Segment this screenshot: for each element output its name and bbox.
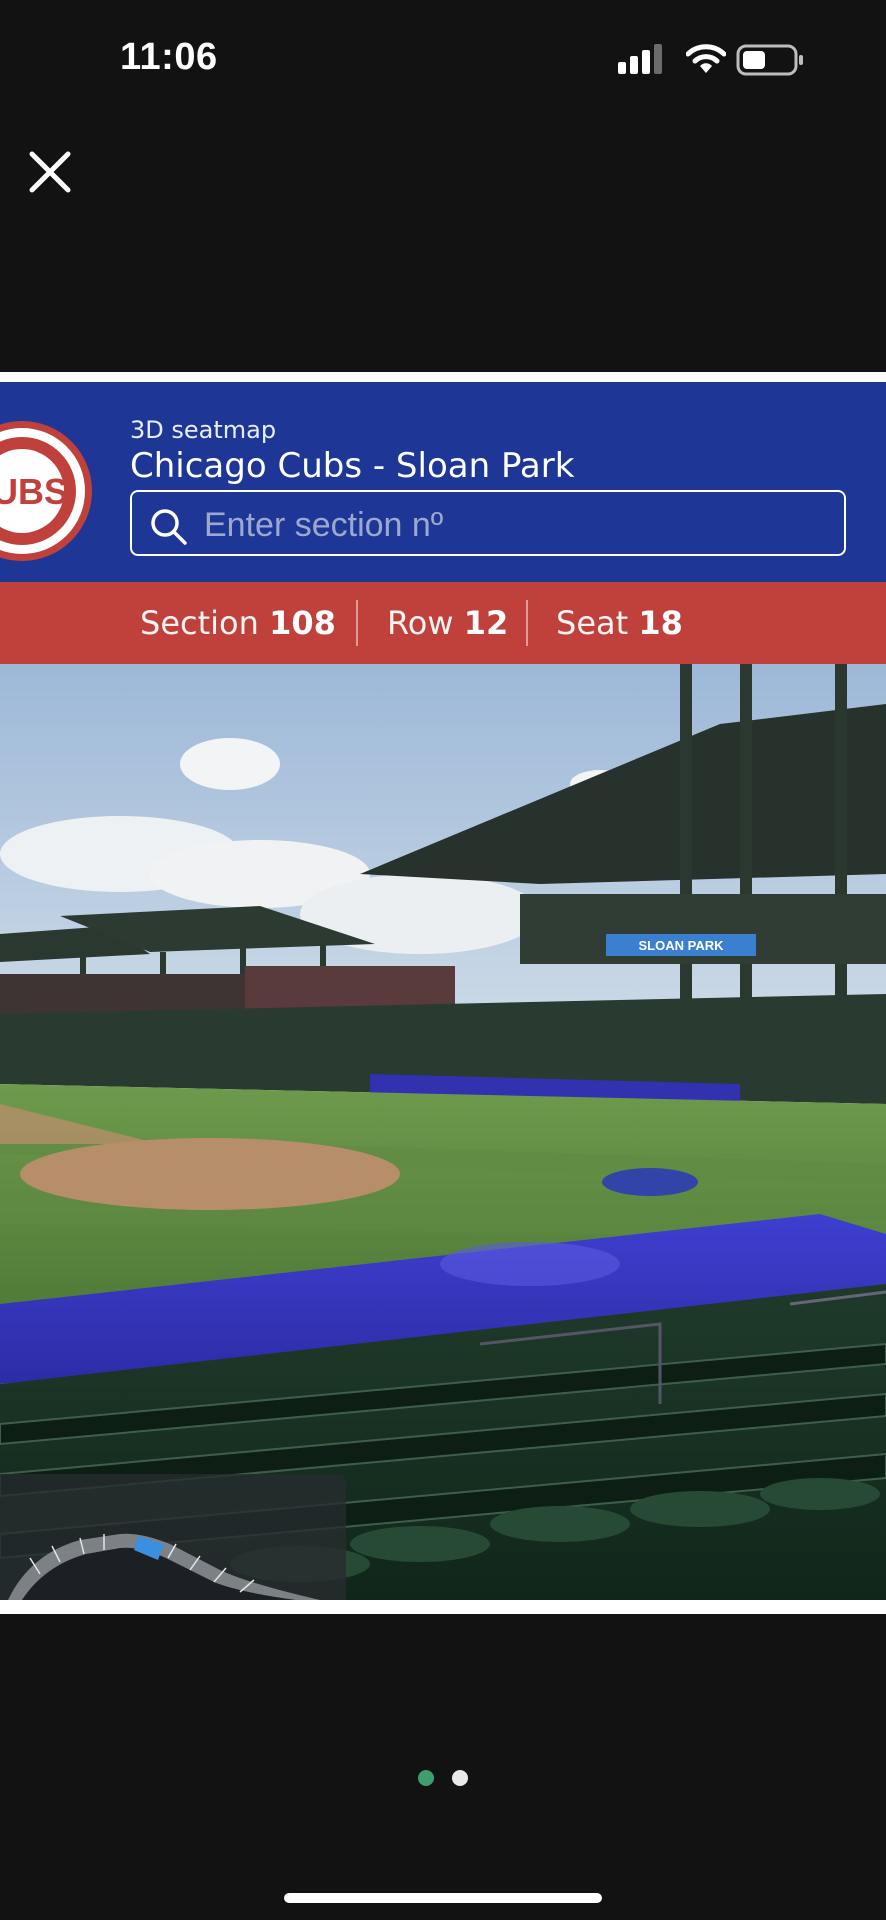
signal-icon xyxy=(618,44,662,74)
home-indicator[interactable] xyxy=(284,1893,602,1903)
seat-label: Seat xyxy=(556,604,629,642)
seat-value: 18 xyxy=(638,604,683,642)
seatmap-card: UBS 3D seatmap Chicago Cubs - Sloan Park… xyxy=(0,372,886,1614)
page-indicator xyxy=(418,1768,474,1788)
close-icon xyxy=(29,151,71,193)
section-label: Section xyxy=(140,604,259,642)
stadium-signage: SLOAN PARK xyxy=(639,938,725,953)
cubs-logo-icon: UBS xyxy=(0,421,92,561)
row-label: Row xyxy=(387,604,454,642)
page-dot-active[interactable] xyxy=(418,1770,434,1786)
seatmap-subtitle: 3D seatmap xyxy=(130,416,277,444)
section-search-input[interactable] xyxy=(202,502,826,548)
status-time: 11:06 xyxy=(120,36,218,78)
divider xyxy=(526,600,528,646)
wifi-icon xyxy=(686,44,726,73)
close-button[interactable] xyxy=(24,146,76,198)
section-search[interactable] xyxy=(130,490,846,556)
seatmap-header: UBS 3D seatmap Chicago Cubs - Sloan Park xyxy=(0,382,886,582)
stadium-minimap-icon xyxy=(8,1533,320,1600)
row-info: Row 12 xyxy=(387,582,508,664)
stadium-view-image: SLOAN PARK xyxy=(0,664,886,1600)
stadium-minimap[interactable] xyxy=(0,1474,346,1600)
divider xyxy=(356,600,358,646)
3d-stadium-view[interactable]: SLOAN PARK xyxy=(0,664,886,1600)
seat-info-bar: Section 108 Row 12 Seat 18 xyxy=(0,582,886,664)
row-value: 12 xyxy=(463,604,509,642)
status-bar: 11:06 xyxy=(0,0,886,120)
section-info: Section 108 xyxy=(140,582,336,664)
page-dot[interactable] xyxy=(452,1770,468,1786)
battery-icon xyxy=(736,44,803,76)
section-value: 108 xyxy=(269,604,336,642)
seat-info: Seat 18 xyxy=(556,582,683,664)
venue-title: Chicago Cubs - Sloan Park xyxy=(130,446,575,486)
logo-text: UBS xyxy=(0,471,68,512)
status-icons xyxy=(618,44,808,78)
search-icon xyxy=(151,509,187,545)
